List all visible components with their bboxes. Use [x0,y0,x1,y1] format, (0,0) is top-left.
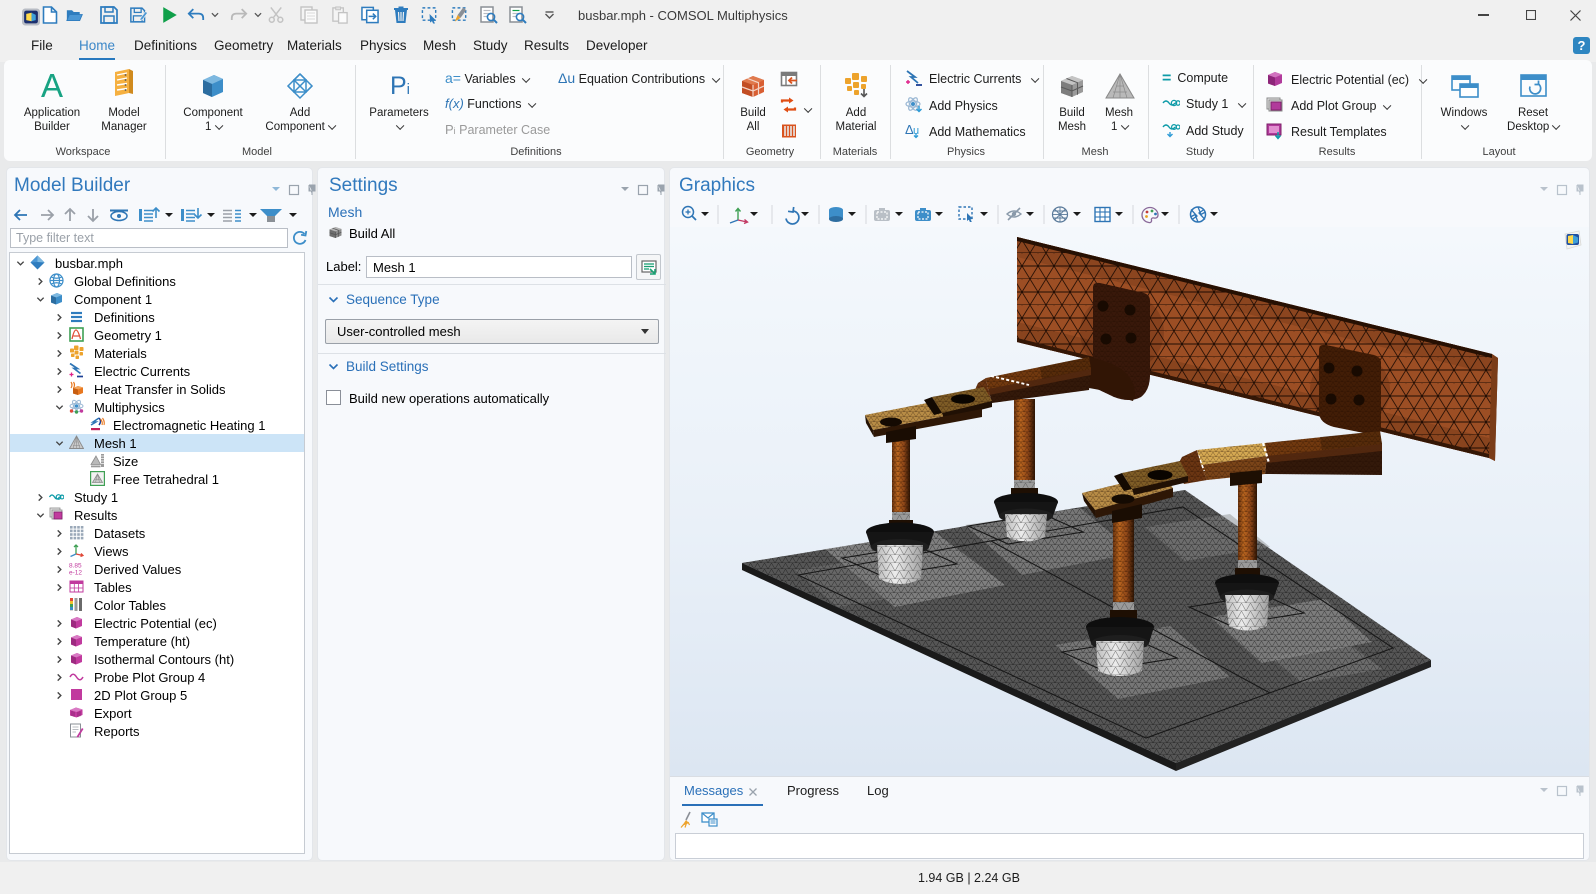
svg-text:8.85: 8.85 [69,563,82,570]
svg-text:e-12: e-12 [69,570,82,577]
